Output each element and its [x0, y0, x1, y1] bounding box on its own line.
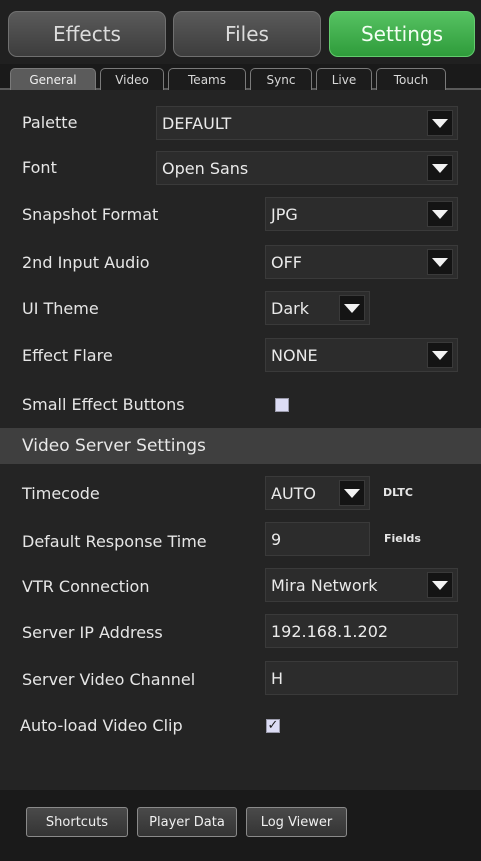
triangle-down-icon[interactable] [427, 201, 453, 227]
player-data-button[interactable]: Player Data [137, 807, 237, 837]
server-video-channel-value: H [271, 668, 284, 688]
triangle-down-icon[interactable] [427, 572, 453, 598]
checkmark-icon: ✓ [267, 718, 279, 733]
font-value: Open Sans [162, 158, 249, 178]
palette-label: Palette [22, 113, 78, 132]
triangle-down-icon[interactable] [427, 155, 453, 181]
snapshot-format-label: Snapshot Format [22, 205, 159, 224]
second-input-audio-value: OFF [271, 252, 302, 272]
tab-settings[interactable]: Settings [329, 11, 475, 57]
second-input-audio-dropdown[interactable]: OFF [265, 245, 458, 279]
ui-theme-dropdown[interactable]: Dark [265, 291, 370, 325]
timecode-value: AUTO [271, 483, 317, 503]
effect-flare-dropdown[interactable]: NONE [265, 338, 458, 372]
settings-general-panel: Palette DEFAULT Font Open Sans Snapshot … [0, 90, 481, 790]
video-server-settings-header: Video Server Settings [0, 428, 481, 464]
server-video-channel-label: Server Video Channel [22, 670, 196, 689]
palette-dropdown[interactable]: DEFAULT [156, 106, 458, 140]
tab-effects[interactable]: Effects [8, 11, 166, 57]
effect-flare-label: Effect Flare [22, 346, 113, 365]
triangle-down-icon[interactable] [339, 480, 365, 506]
font-label: Font [22, 158, 57, 177]
triangle-down-icon[interactable] [427, 249, 453, 275]
vtr-connection-value: Mira Network [271, 575, 378, 595]
vtr-connection-dropdown[interactable]: Mira Network [265, 568, 458, 602]
subtab-general[interactable]: General [10, 68, 96, 90]
timecode-label: Timecode [22, 484, 100, 503]
shortcuts-button[interactable]: Shortcuts [26, 807, 128, 837]
server-ip-input[interactable]: 192.168.1.202 [265, 614, 458, 648]
vtr-connection-label: VTR Connection [22, 577, 150, 596]
main-tab-bar: Effects Files Settings [0, 0, 481, 64]
snapshot-format-dropdown[interactable]: JPG [265, 197, 458, 231]
default-response-time-unit: Fields [384, 532, 421, 545]
font-dropdown[interactable]: Open Sans [156, 151, 458, 185]
ui-theme-value: Dark [271, 298, 309, 318]
ui-theme-label: UI Theme [22, 299, 99, 318]
effect-flare-value: NONE [271, 345, 318, 365]
timecode-dropdown[interactable]: AUTO [265, 476, 370, 510]
timecode-unit: DLTC [383, 486, 413, 499]
subtab-sync[interactable]: Sync [250, 68, 312, 90]
server-ip-value: 192.168.1.202 [271, 621, 389, 641]
triangle-down-icon[interactable] [427, 342, 453, 368]
subtab-live[interactable]: Live [316, 68, 372, 90]
triangle-down-icon[interactable] [339, 295, 365, 321]
tab-files[interactable]: Files [173, 11, 321, 57]
subtab-touch[interactable]: Touch [376, 68, 446, 90]
small-effect-buttons-checkbox[interactable] [275, 398, 289, 412]
default-response-time-label: Default Response Time [22, 532, 207, 551]
default-response-time-value: 9 [271, 529, 282, 549]
log-viewer-button[interactable]: Log Viewer [246, 807, 347, 837]
triangle-down-icon[interactable] [427, 110, 453, 136]
server-video-channel-input[interactable]: H [265, 661, 458, 695]
auto-load-video-clip-label: Auto-load Video Clip [20, 716, 183, 735]
subtab-teams[interactable]: Teams [168, 68, 246, 90]
snapshot-format-value: JPG [271, 204, 298, 224]
footer-bar: Shortcuts Player Data Log Viewer [0, 790, 481, 861]
default-response-time-input[interactable]: 9 [265, 522, 370, 556]
second-input-audio-label: 2nd Input Audio [22, 253, 150, 272]
server-ip-label: Server IP Address [22, 623, 163, 642]
small-effect-buttons-label: Small Effect Buttons [22, 395, 185, 414]
auto-load-video-clip-checkbox[interactable]: ✓ [266, 719, 280, 733]
subtab-video[interactable]: Video [100, 68, 164, 90]
settings-sub-tab-bar: General Video Teams Sync Live Touch [0, 64, 481, 90]
palette-value: DEFAULT [162, 113, 232, 133]
